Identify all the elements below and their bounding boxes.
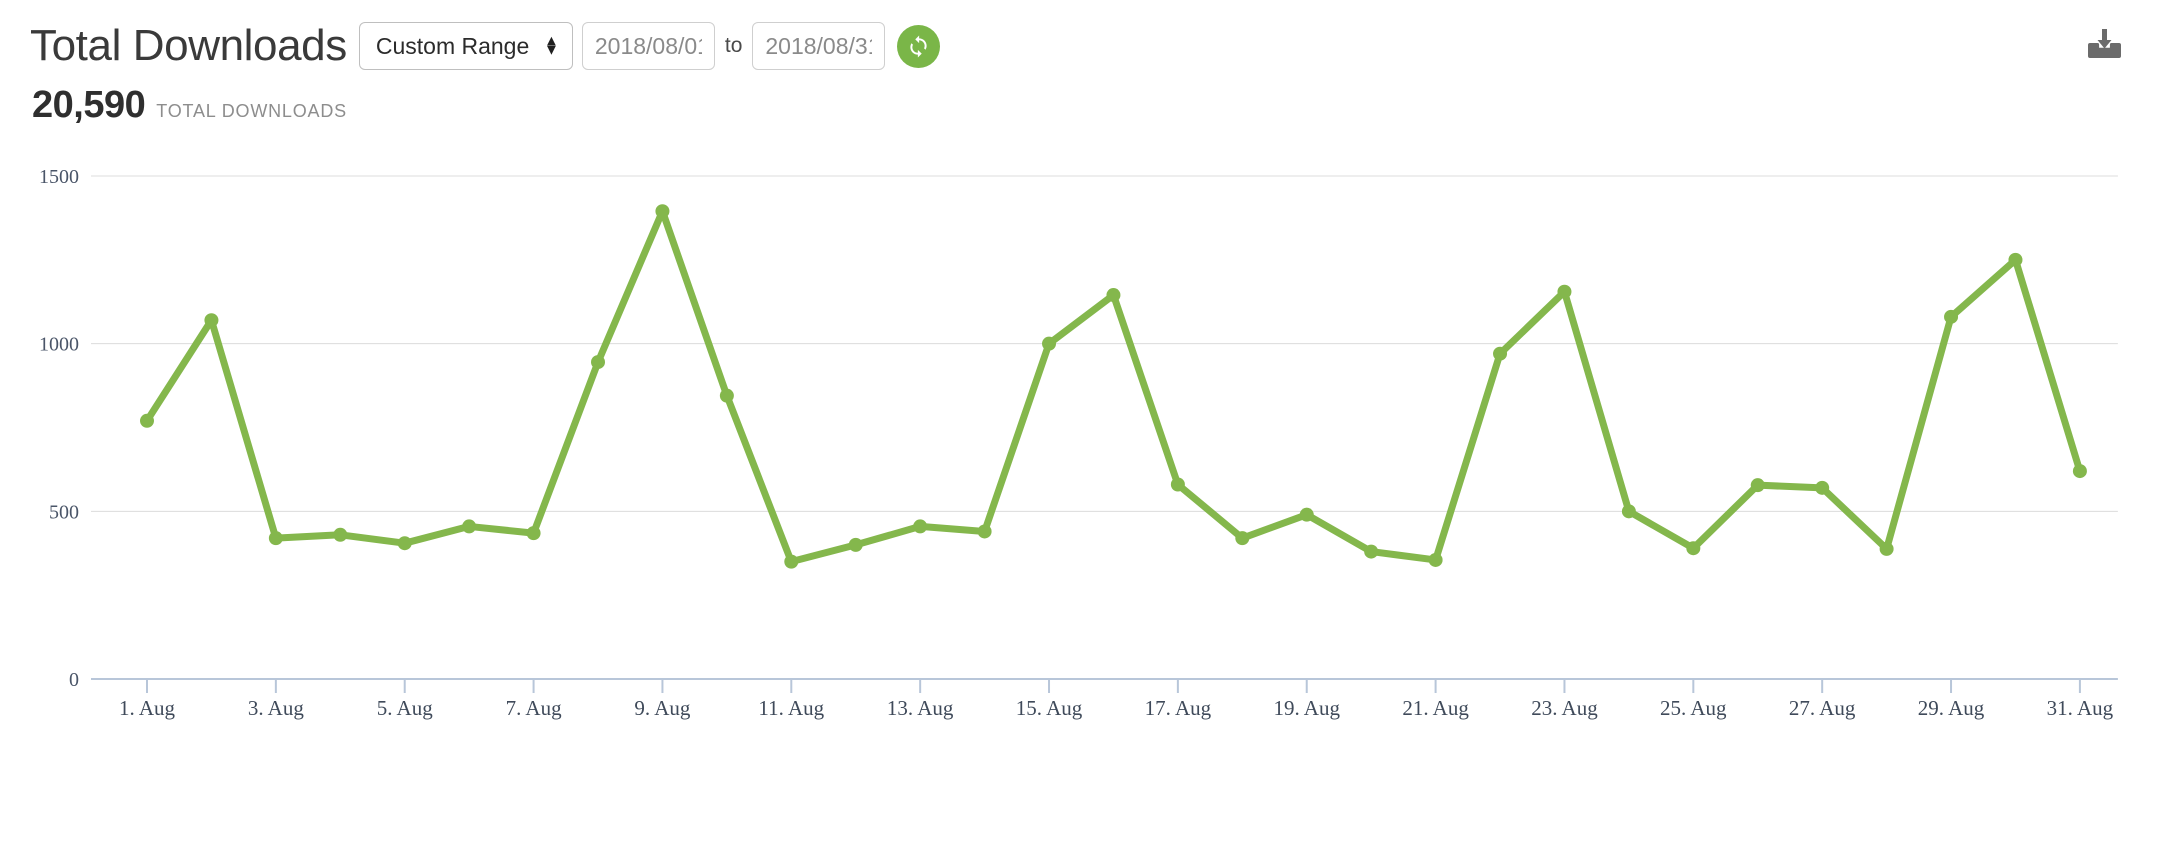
chart-data-point[interactable] — [1621, 504, 1636, 519]
chart-data-point[interactable] — [784, 554, 799, 569]
chart-data-point[interactable] — [1106, 288, 1121, 303]
chart-data-point[interactable] — [1493, 346, 1508, 361]
download-button[interactable] — [2082, 22, 2126, 66]
chart-data-point[interactable] — [655, 204, 670, 219]
spinner-icon: ▲ ▼ — [544, 33, 559, 59]
toolbar: Total Downloads Custom Range ▲ ▼ to — [0, 0, 2158, 70]
y-axis-tick-label: 0 — [69, 669, 79, 691]
x-axis-tick-label: 23. Aug — [1531, 696, 1598, 720]
x-axis-tick-label: 3. Aug — [248, 696, 305, 720]
chart-data-point[interactable] — [1299, 507, 1314, 522]
downloads-line-chart: 0 500 1000 1500 1. Aug 3. Aug 5. Aug 7. Aug 9. A… — [0, 149, 2158, 789]
chart-data-point[interactable] — [1428, 552, 1443, 567]
x-axis-tick-label: 1. Aug — [119, 696, 176, 720]
chart-data-point[interactable] — [204, 313, 219, 328]
chart-data-point[interactable] — [2072, 464, 2087, 479]
chart-data-point[interactable] — [848, 537, 863, 552]
x-axis-tick-label: 31. Aug — [2047, 696, 2114, 720]
x-axis-tick-label: 13. Aug — [887, 696, 954, 720]
chart-data-point[interactable] — [1944, 309, 1959, 324]
x-axis-tick-label: 27. Aug — [1789, 696, 1856, 720]
chart-data-point[interactable] — [140, 413, 154, 428]
date-to-input[interactable] — [752, 22, 886, 70]
chart-line-series — [143, 207, 2084, 566]
chart-data-point[interactable] — [1364, 544, 1379, 559]
y-axis-tick-label: 1000 — [39, 334, 79, 356]
chart-data-point[interactable] — [1879, 541, 1894, 556]
page-title: Total Downloads — [30, 21, 347, 70]
chart-canvas: 0 500 1000 1500 1. Aug 3. Aug 5. Aug 7. Aug 9. A… — [39, 166, 2118, 720]
refresh-button[interactable] — [897, 24, 941, 68]
chart-data-point[interactable] — [1042, 336, 1057, 351]
y-axis-tick-label: 1500 — [39, 166, 79, 188]
chart-data-point[interactable] — [2008, 252, 2023, 267]
chart-data-point[interactable] — [333, 527, 348, 542]
download-icon — [2088, 29, 2121, 58]
x-axis-tick-label: 15. Aug — [1016, 696, 1083, 720]
spinner-down-icon: ▼ — [544, 42, 559, 59]
x-axis-tick-label: 11. Aug — [758, 696, 824, 720]
chart-data-point[interactable] — [397, 536, 412, 551]
x-axis-tick-label: 5. Aug — [377, 696, 434, 720]
chart-data-point[interactable] — [913, 519, 928, 534]
range-select[interactable]: Custom Range ▲ ▼ — [358, 22, 573, 70]
chart-data-point[interactable] — [526, 526, 541, 541]
date-range-separator: to — [724, 34, 743, 57]
x-axis-tick-label: 9. Aug — [634, 696, 691, 720]
summary: 20,590 TOTAL DOWNLOADS — [0, 84, 2158, 127]
chart-data-point[interactable] — [1170, 477, 1185, 492]
x-axis-tick-label: 29. Aug — [1918, 696, 1985, 720]
chart-data-point[interactable] — [591, 355, 606, 370]
x-axis-tick-label: 17. Aug — [1145, 696, 1212, 720]
x-axis-tick-label: 7. Aug — [506, 696, 563, 720]
x-axis-tick-label: 21. Aug — [1402, 696, 1469, 720]
y-axis-tick-label: 500 — [49, 501, 79, 523]
x-axis-tick-label: 19. Aug — [1273, 696, 1340, 720]
chart-data-point[interactable] — [268, 531, 283, 546]
chart-data-point[interactable] — [1750, 478, 1765, 493]
chart-data-point[interactable] — [1557, 284, 1572, 299]
date-from-input[interactable] — [581, 22, 715, 70]
chart-data-point[interactable] — [719, 388, 734, 403]
refresh-icon — [910, 34, 927, 58]
total-downloads-label: TOTAL DOWNLOADS — [156, 101, 347, 121]
chart-data-point[interactable] — [977, 524, 992, 539]
chart-data-point[interactable] — [1686, 541, 1701, 556]
chart-data-point[interactable] — [462, 519, 477, 534]
total-downloads-value: 20,590 — [32, 84, 146, 126]
range-select-value: Custom Range — [375, 32, 530, 59]
chart-data-point[interactable] — [1815, 480, 1830, 495]
x-axis-tick-label: 25. Aug — [1660, 696, 1727, 720]
chart-data-point[interactable] — [1235, 531, 1250, 546]
